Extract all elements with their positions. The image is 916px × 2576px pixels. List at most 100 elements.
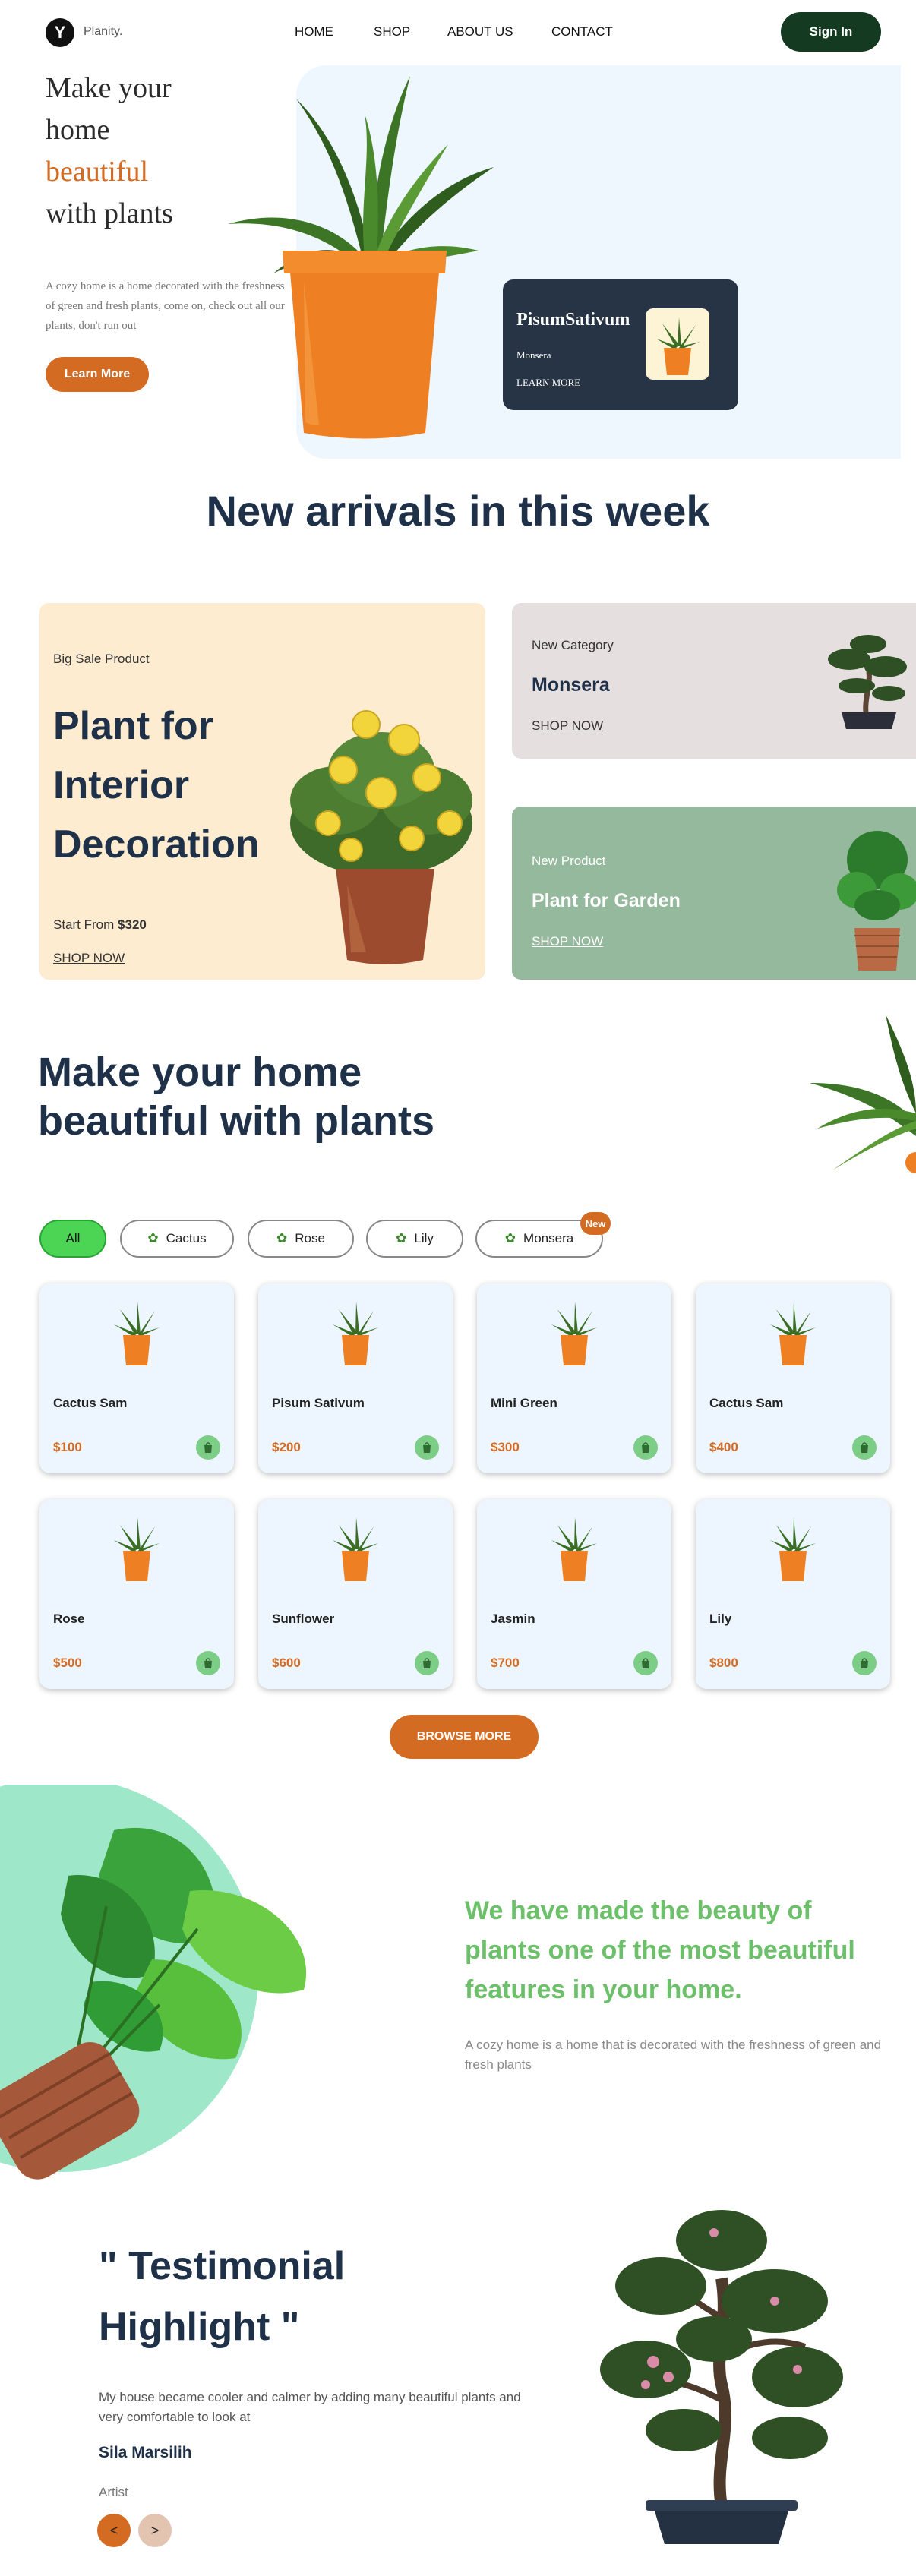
bonsai-tree-image [600, 2210, 843, 2544]
product-card[interactable]: Rose $500 [39, 1499, 234, 1689]
monsera-title: Monsera [532, 674, 610, 696]
product-plant-image [333, 1517, 378, 1581]
product-name: Sunflower [272, 1612, 335, 1626]
filter-all-label: All [65, 1231, 81, 1245]
add-to-cart-button[interactable] [852, 1651, 877, 1675]
filter-rose-label: Rose [295, 1231, 325, 1245]
featured-card-learn-more-link[interactable]: LEARN MORE [516, 377, 580, 389]
product-card[interactable]: Cactus Sam $100 [39, 1283, 234, 1473]
shopping-bag-icon [423, 1442, 431, 1453]
product-card[interactable]: Sunflower $600 [258, 1499, 453, 1689]
testimonial-author-name: Sila Marsilih [99, 2444, 192, 2461]
testimonial-title-line1: " Testimonial [99, 2244, 346, 2288]
shopping-bag-icon [861, 1442, 868, 1453]
hero-title-line3: beautiful [46, 156, 149, 188]
learn-more-button[interactable]: Learn More [46, 357, 149, 392]
browse-more-button[interactable]: BROWSE MORE [390, 1715, 539, 1759]
big-sale-shop-now-link[interactable]: SHOP NOW [53, 951, 125, 966]
beauty-description: A cozy home is a home that is decorated … [465, 2038, 882, 2072]
featured-card-subtitle: Monsera [516, 349, 551, 361]
shopping-bag-icon [204, 1658, 212, 1668]
brand-name: Planity. [84, 25, 123, 38]
add-to-cart-button[interactable] [852, 1435, 877, 1460]
product-plant-image [770, 1302, 816, 1365]
filter-cactus[interactable]: ✿ Cactus [120, 1220, 234, 1258]
product-name: Jasmin [491, 1612, 535, 1626]
filter-monsera-label: Monsera [523, 1231, 574, 1245]
testimonial-prev-button[interactable]: < [97, 2514, 131, 2547]
shopping-bag-icon [642, 1658, 649, 1668]
filter-all[interactable]: All [39, 1220, 106, 1258]
new-badge: New [580, 1212, 611, 1235]
filter-cactus-label: Cactus [166, 1231, 207, 1245]
product-name: Cactus Sam [709, 1396, 784, 1410]
add-to-cart-button[interactable] [633, 1435, 658, 1460]
product-name: Mini Green [491, 1396, 557, 1410]
monsera-label: New Category [532, 638, 614, 652]
product-price: $400 [709, 1440, 738, 1454]
garden-shop-now-link[interactable]: SHOP NOW [532, 934, 603, 949]
sign-in-button[interactable]: Sign In [781, 12, 881, 52]
add-to-cart-button[interactable] [633, 1651, 658, 1675]
testimonial-next-button[interactable]: > [138, 2514, 172, 2547]
monsera-shop-now-link[interactable]: SHOP NOW [532, 718, 603, 734]
products-title-line1: Make your home [38, 1050, 362, 1095]
plant-icon: ✿ [147, 1231, 159, 1245]
plant-icon: ✿ [504, 1231, 516, 1245]
product-price: $300 [491, 1440, 520, 1454]
add-to-cart-button[interactable] [415, 1651, 439, 1675]
nav-shop[interactable]: SHOP [374, 24, 410, 39]
monsera-category-card[interactable]: New Category Monsera SHOP NOW [512, 603, 916, 759]
products-title: Make your home beautiful with plants [38, 1048, 434, 1145]
shopping-bag-icon [423, 1658, 431, 1668]
filter-lily[interactable]: ✿ Lily [366, 1220, 463, 1258]
shopping-bag-icon [204, 1442, 212, 1453]
beauty-headline-line3: features in your home. [465, 1975, 742, 2004]
nav-about-us[interactable]: ABOUT US [447, 24, 513, 39]
hero-title-line1: Make your [46, 72, 172, 104]
monstera-pot-image [837, 831, 916, 971]
big-sale-price-row: Start From $320 [53, 917, 147, 933]
product-card[interactable]: Lily $800 [696, 1499, 890, 1689]
product-plant-image [551, 1302, 597, 1365]
big-sale-title-line2: Interior [53, 763, 190, 807]
product-card[interactable]: Mini Green $300 [477, 1283, 671, 1473]
product-plant-image [770, 1517, 816, 1581]
product-price: $500 [53, 1656, 82, 1670]
testimonial-title-line2: Highlight " [99, 2305, 300, 2349]
product-card[interactable]: Pisum Sativum $200 [258, 1283, 453, 1473]
beauty-headline-line2: plants one of the most beautiful [465, 1936, 855, 1965]
product-price: $100 [53, 1440, 82, 1454]
add-to-cart-button[interactable] [196, 1435, 220, 1460]
product-plant-image [114, 1302, 160, 1365]
brand-logo[interactable]: Y [46, 18, 74, 47]
shopping-bag-icon [861, 1658, 868, 1668]
product-price: $700 [491, 1656, 520, 1670]
bonsai-image [828, 635, 907, 729]
garden-product-card[interactable]: New Product Plant for Garden SHOP NOW [512, 807, 916, 980]
hero-title-line4: with plants [46, 197, 173, 229]
product-name: Lily [709, 1612, 732, 1626]
new-arrivals-title: New arrivals in this week [206, 487, 710, 535]
product-plant-image [333, 1302, 378, 1365]
price-prefix: Start From [53, 917, 115, 932]
testimonial-quote: My house became cooler and calmer by add… [99, 2390, 521, 2424]
big-sale-card[interactable]: Big Sale Product Plant for Interior Deco… [39, 603, 485, 980]
plant-icon: ✿ [276, 1231, 288, 1245]
nav-contact[interactable]: CONTACT [551, 24, 613, 39]
product-card[interactable]: Cactus Sam $400 [696, 1283, 890, 1473]
garden-label: New Product [532, 854, 606, 868]
product-price: $800 [709, 1656, 738, 1670]
beauty-headline-line1: We have made the beauty of [465, 1896, 812, 1925]
add-to-cart-button[interactable] [415, 1435, 439, 1460]
product-plant-image [551, 1517, 597, 1581]
featured-plant-card[interactable]: PisumSativum Monsera LEARN MORE [503, 279, 738, 410]
filter-rose[interactable]: ✿ Rose [248, 1220, 354, 1258]
nav-home[interactable]: HOME [295, 24, 333, 39]
add-to-cart-button[interactable] [196, 1651, 220, 1675]
big-sale-title-line3: Decoration [53, 822, 260, 867]
featured-card-thumbnail [646, 308, 709, 380]
monstera-feature-image [0, 1785, 307, 2180]
hero-plant-image [228, 76, 494, 439]
product-card[interactable]: Jasmin $700 [477, 1499, 671, 1689]
